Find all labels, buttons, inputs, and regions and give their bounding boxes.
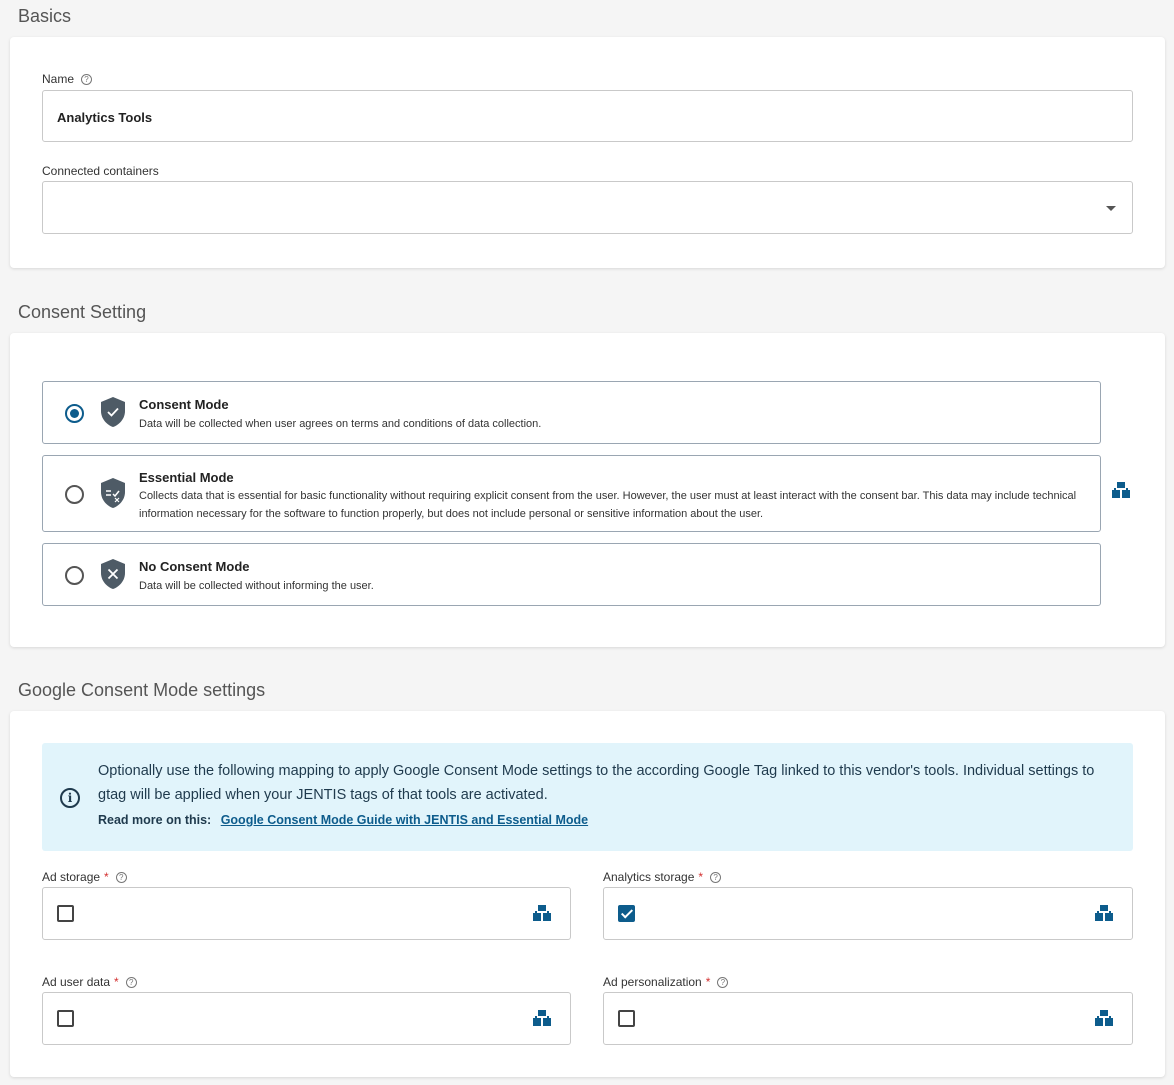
required-mark: * (114, 975, 119, 989)
consent-section-title: Consent Setting (18, 302, 147, 322)
ad-user-data-checkbox[interactable] (57, 1010, 74, 1027)
analytics-storage-field (603, 887, 1133, 940)
ad-user-data-label: Ad user data (42, 975, 111, 989)
stack-blocks-icon[interactable] (1094, 904, 1114, 922)
shield-x-icon (101, 559, 125, 589)
info-circle-icon: i (60, 788, 80, 808)
containers-label-row: Connected containers (42, 164, 159, 178)
analytics-storage-checkbox[interactable] (618, 905, 635, 922)
essential-mode-radio[interactable] (65, 485, 84, 504)
shield-equal-check-icon (101, 478, 125, 508)
analytics-storage-label-row: Analytics storage * ? (603, 870, 722, 884)
required-mark: * (698, 870, 704, 884)
consent-mode-description: Data will be collected when user agrees … (139, 418, 542, 430)
basics-section-title: Basics (18, 6, 72, 26)
name-input-value: Analytics Tools (57, 110, 153, 125)
ad-user-data-label-row: Ad user data * ? (42, 975, 137, 989)
no-consent-mode-radio[interactable] (65, 566, 84, 585)
ad-personalization-label: Ad personalization (603, 975, 702, 989)
name-label: Name (42, 72, 75, 86)
consent-mode-option[interactable]: Consent Mode Data will be collected when… (42, 381, 1101, 444)
required-mark: * (705, 975, 711, 989)
no-consent-mode-description: Data will be collected without informing… (139, 580, 374, 592)
analytics-storage-label: Analytics storage (603, 870, 695, 884)
containers-label: Connected containers (42, 164, 159, 178)
consent-mode-radio[interactable] (65, 404, 84, 423)
consent-mode-title: Consent Mode (139, 397, 229, 412)
ad-storage-label: Ad storage (42, 870, 101, 884)
essential-mode-title: Essential Mode (139, 470, 234, 485)
stack-blocks-icon[interactable] (1111, 481, 1131, 499)
google-section-title: Google Consent Mode settings (18, 680, 266, 700)
ad-storage-label-row: Ad storage * ? (42, 870, 127, 884)
chevron-down-icon[interactable] (1106, 206, 1116, 211)
info-text: Optionally use the following mapping to … (98, 763, 1095, 803)
stack-blocks-icon[interactable] (532, 904, 552, 922)
ad-personalization-checkbox[interactable] (618, 1010, 635, 1027)
no-consent-mode-option[interactable]: No Consent Mode Data will be collected w… (42, 543, 1101, 606)
name-label-row: Name ? (42, 72, 93, 86)
stack-blocks-icon[interactable] (532, 1009, 552, 1027)
ad-personalization-label-row: Ad personalization * ? (603, 975, 729, 989)
question-circle-icon[interactable]: ? (717, 976, 729, 988)
stack-blocks-icon[interactable] (1094, 1009, 1114, 1027)
info-banner: i Optionally use the following mapping t… (42, 743, 1133, 851)
google-card: i Optionally use the following mapping t… (10, 711, 1165, 1077)
ad-user-data-field (42, 992, 571, 1045)
no-consent-mode-title: No Consent Mode (139, 559, 250, 574)
essential-mode-option[interactable]: Essential Mode Collects data that is ess… (42, 455, 1101, 532)
name-input[interactable]: Analytics Tools (42, 90, 1133, 142)
basics-card: Name ? Analytics Tools Connected contain… (10, 37, 1165, 268)
question-circle-icon[interactable]: ? (115, 871, 127, 883)
ad-personalization-field (603, 992, 1133, 1045)
question-circle-icon[interactable]: ? (81, 73, 93, 85)
ad-storage-field (42, 887, 571, 940)
question-circle-icon[interactable]: ? (125, 976, 137, 988)
consent-card: Consent Mode Data will be collected when… (10, 333, 1165, 647)
question-circle-icon[interactable]: ? (710, 871, 722, 883)
shield-check-icon (101, 397, 125, 427)
read-more-label: Read more on this: (98, 813, 212, 827)
read-more-link[interactable]: Google Consent Mode Guide with JENTIS an… (221, 813, 588, 827)
containers-select[interactable] (42, 181, 1133, 234)
essential-mode-description: Collects data that is essential for basi… (139, 490, 1077, 520)
ad-storage-checkbox[interactable] (57, 905, 74, 922)
required-mark: * (104, 870, 109, 884)
read-more-row: Read more on this: Google Consent Mode G… (98, 813, 588, 827)
